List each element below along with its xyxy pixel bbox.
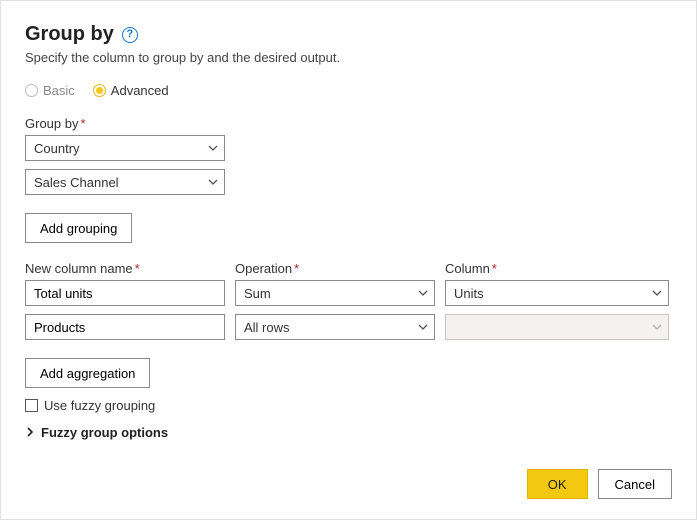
dialog-subtitle: Specify the column to group by and the d… [25, 50, 672, 65]
new-column-name-input-2[interactable] [25, 314, 225, 340]
column-label: Column* [445, 261, 669, 276]
chevron-down-icon [208, 143, 218, 153]
column-select-2-disabled [445, 314, 669, 340]
mode-basic-radio[interactable]: Basic [25, 83, 75, 98]
column-select-1[interactable]: Units [445, 280, 669, 306]
chevron-down-icon [418, 288, 428, 298]
group-by-dialog: Group by ? Specify the column to group b… [1, 1, 696, 440]
mode-basic-label: Basic [43, 83, 75, 98]
use-fuzzy-grouping-label: Use fuzzy grouping [44, 398, 155, 413]
add-grouping-button[interactable]: Add grouping [25, 213, 132, 243]
cancel-button[interactable]: Cancel [598, 469, 672, 499]
radio-off-icon [25, 84, 38, 97]
operation-label: Operation* [235, 261, 435, 276]
ok-button[interactable]: OK [527, 469, 588, 499]
new-column-name-label: New column name* [25, 261, 225, 276]
chevron-down-icon [418, 322, 428, 332]
mode-advanced-label: Advanced [111, 83, 169, 98]
operation-select-2[interactable]: All rows [235, 314, 435, 340]
group-by-label: Group by* [25, 116, 672, 131]
dialog-title: Group by [25, 23, 114, 46]
mode-advanced-radio[interactable]: Advanced [93, 83, 169, 98]
chevron-down-icon [208, 177, 218, 187]
chevron-right-icon [25, 425, 35, 440]
use-fuzzy-grouping-checkbox[interactable]: Use fuzzy grouping [25, 398, 672, 413]
group-by-select-2[interactable]: Sales Channel [25, 169, 225, 195]
help-icon[interactable]: ? [122, 27, 138, 43]
chevron-down-icon [652, 288, 662, 298]
group-by-select-1[interactable]: Country [25, 135, 225, 161]
chevron-down-icon [652, 322, 662, 332]
operation-select-1[interactable]: Sum [235, 280, 435, 306]
add-aggregation-button[interactable]: Add aggregation [25, 358, 150, 388]
radio-on-icon [93, 84, 106, 97]
new-column-name-input-1[interactable] [25, 280, 225, 306]
dialog-footer: OK Cancel [527, 469, 672, 499]
checkbox-icon [25, 399, 38, 412]
fuzzy-group-options-expander[interactable]: Fuzzy group options [25, 425, 672, 440]
fuzzy-group-options-label: Fuzzy group options [41, 425, 168, 440]
